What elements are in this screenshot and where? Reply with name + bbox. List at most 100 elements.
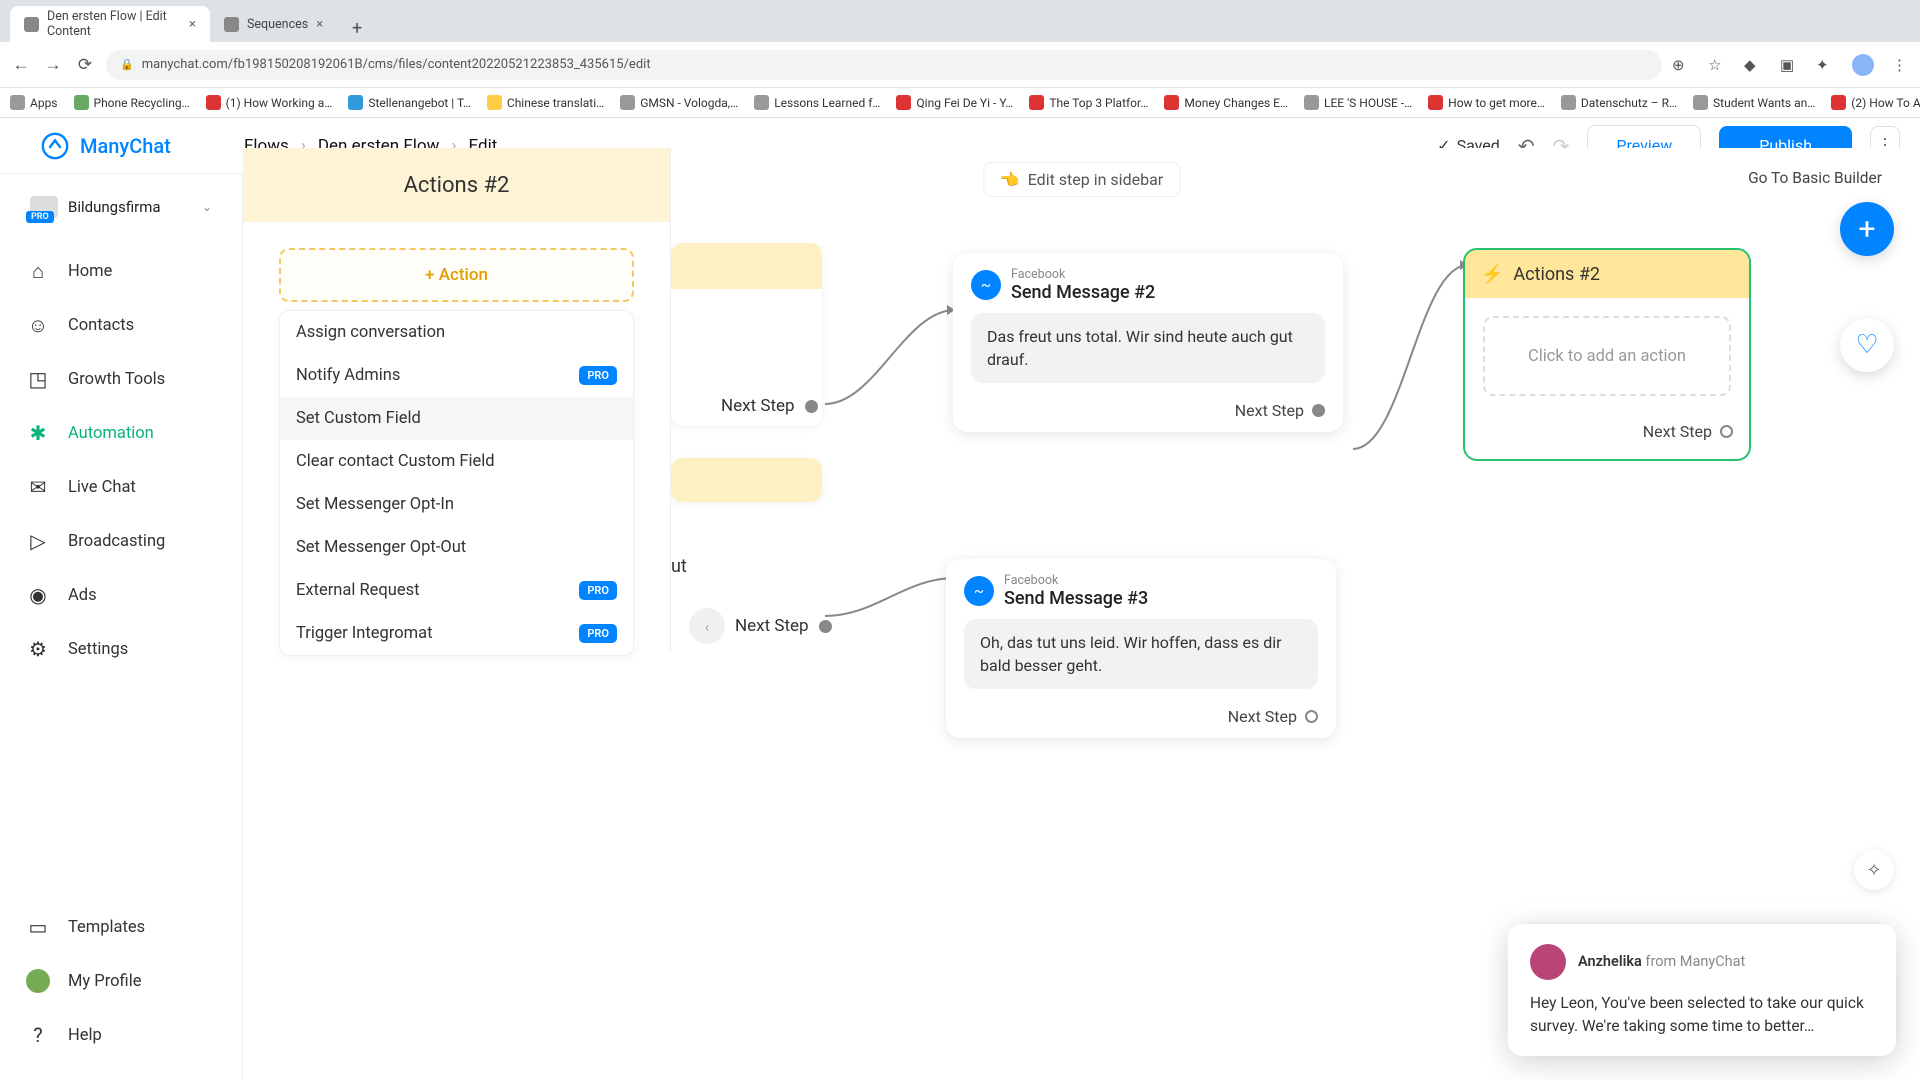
url-text: manychat.com/fb198150208192061B/cms/file…: [142, 57, 651, 72]
bookmark-item[interactable]: Phone Recycling…: [74, 95, 190, 110]
chat-avatar: [1530, 944, 1566, 980]
bookmark-item[interactable]: Money Changes E…: [1164, 95, 1288, 110]
action-option-external-request[interactable]: External RequestPRO: [280, 569, 633, 612]
action-option-assign[interactable]: Assign conversation: [280, 311, 633, 354]
bookmark-item[interactable]: GMSN - Vologda,…: [620, 95, 738, 110]
sidebar-item-settings[interactable]: ⚙Settings: [0, 622, 242, 676]
action-option-clear-custom-field[interactable]: Clear contact Custom Field: [280, 440, 633, 483]
action-option-notify[interactable]: Notify AdminsPRO: [280, 354, 633, 397]
bookmark-item[interactable]: Chinese translati…: [487, 95, 604, 110]
next-step-port[interactable]: ‹ Next Step: [689, 608, 832, 644]
logo[interactable]: ManyChat: [0, 131, 244, 161]
action-option-set-custom-field[interactable]: Set Custom Field: [280, 397, 633, 440]
extension-icon[interactable]: ◆: [1744, 56, 1762, 74]
sidebar-item-label: Help: [68, 1026, 102, 1045]
next-step-label: Next Step: [735, 616, 809, 636]
connector-dot-icon[interactable]: [1312, 404, 1325, 417]
logo-text: ManyChat: [80, 134, 171, 158]
sidebar-item-ads[interactable]: ◉Ads: [0, 568, 242, 622]
bookmark-item[interactable]: Datenschutz – R…: [1561, 95, 1677, 110]
close-icon[interactable]: ×: [316, 17, 323, 32]
next-step-label: Next Step: [721, 396, 795, 416]
action-option-opt-out[interactable]: Set Messenger Opt-Out: [280, 526, 633, 569]
new-tab-button[interactable]: +: [343, 14, 371, 42]
add-action-button[interactable]: + Action: [279, 248, 634, 302]
connector-dot-icon[interactable]: [1305, 710, 1318, 723]
bookmark-item[interactable]: Student Wants an…: [1693, 95, 1815, 110]
browser-tab-active[interactable]: Den ersten Flow | Edit Content ×: [10, 6, 210, 42]
add-step-fab[interactable]: +: [1840, 202, 1894, 256]
sidebar: PRO Bildungsfirma ⌄ ⌂Home ☺Contacts ◳Gro…: [0, 174, 243, 1080]
add-action-placeholder[interactable]: Click to add an action: [1483, 316, 1731, 396]
bookmark-icon: [348, 95, 363, 110]
action-option-opt-in[interactable]: Set Messenger Opt-In: [280, 483, 633, 526]
sidebar-item-profile[interactable]: My Profile: [0, 954, 242, 1008]
browser-chrome: Den ersten Flow | Edit Content × Sequenc…: [0, 0, 1920, 88]
sidebar-item-broadcasting[interactable]: ▷Broadcasting: [0, 514, 242, 568]
connector-dot-icon[interactable]: [1720, 425, 1733, 438]
sidebar-item-growth[interactable]: ◳Growth Tools: [0, 352, 242, 406]
sidebar-item-livechat[interactable]: ✉Live Chat: [0, 460, 242, 514]
flow-card-actions-2[interactable]: ⚡ Actions #2 Click to add an action Next…: [1463, 248, 1751, 461]
home-icon: ⌂: [26, 259, 50, 283]
favorite-fab[interactable]: ♡: [1840, 318, 1894, 372]
next-step-port[interactable]: Next Step: [971, 401, 1325, 420]
bookmark-item[interactable]: The Top 3 Platfor…: [1029, 95, 1148, 110]
bookmark-item[interactable]: How to get more…: [1428, 95, 1545, 110]
bookmark-label: How to get more…: [1448, 96, 1545, 110]
message-bubble: Oh, das tut uns leid. Wir hoffen, dass e…: [964, 619, 1318, 689]
bookmark-item[interactable]: Apps: [10, 95, 58, 110]
extension-icon[interactable]: ▣: [1780, 56, 1798, 74]
tab-title: Sequences: [247, 17, 308, 32]
bookmark-label: (1) How Working a…: [226, 96, 333, 110]
forward-button[interactable]: →: [42, 54, 64, 76]
bookmark-label: Datenschutz – R…: [1581, 96, 1677, 110]
flow-card-send-message-2[interactable]: ~ Facebook Send Message #2 Das freut uns…: [953, 253, 1343, 432]
card-title: Send Message #2: [1011, 282, 1155, 303]
bookmark-icon: [10, 95, 25, 110]
bookmark-item[interactable]: Lessons Learned f…: [754, 95, 880, 110]
bookmark-icon: [1831, 95, 1846, 110]
bookmark-item[interactable]: Qing Fei De Yi - Y…: [896, 95, 1013, 110]
sidebar-item-contacts[interactable]: ☺Contacts: [0, 298, 242, 352]
menu-icon[interactable]: ⋮: [1892, 56, 1910, 74]
back-circle-icon[interactable]: ‹: [689, 608, 725, 644]
next-step-port[interactable]: Next Step: [1465, 414, 1749, 459]
bookmark-item[interactable]: (1) How Working a…: [206, 95, 333, 110]
basic-builder-link[interactable]: Go To Basic Builder: [1734, 162, 1896, 194]
auto-layout-button[interactable]: ✧: [1854, 850, 1894, 890]
reload-button[interactable]: ⟳: [74, 54, 96, 76]
translate-icon[interactable]: ⊕: [1672, 56, 1690, 74]
flow-card-send-message-3[interactable]: ~ Facebook Send Message #3 Oh, das tut u…: [946, 559, 1336, 738]
bookmark-item[interactable]: (2) How To Add A…: [1831, 95, 1920, 110]
bookmark-item[interactable]: Stellenangebot | T…: [348, 95, 471, 110]
card-title: Actions #2: [1513, 264, 1600, 285]
sidebar-item-automation[interactable]: ✱Automation: [0, 406, 242, 460]
edit-in-sidebar-chip[interactable]: 👈 Edit step in sidebar: [983, 162, 1180, 197]
bookmark-item[interactable]: LEE 'S HOUSE -…: [1304, 95, 1412, 110]
back-button[interactable]: ←: [10, 54, 32, 76]
action-option-integromat[interactable]: Trigger IntegromatPRO: [280, 612, 633, 655]
chat-name: Anzhelika: [1578, 953, 1642, 970]
bookmark-label: LEE 'S HOUSE -…: [1324, 96, 1412, 110]
sidebar-item-help[interactable]: ?Help: [0, 1008, 242, 1062]
close-icon[interactable]: ×: [189, 17, 196, 32]
browser-tab[interactable]: Sequences ×: [210, 6, 337, 42]
connector-dot-icon[interactable]: [805, 400, 818, 413]
url-input[interactable]: 🔒 manychat.com/fb198150208192061B/cms/fi…: [106, 50, 1662, 80]
next-step-port[interactable]: Next Step: [721, 396, 818, 416]
flow-card-fragment[interactable]: [671, 458, 822, 502]
sidebar-item-templates[interactable]: ▭Templates: [0, 900, 242, 954]
next-step-label: Next Step: [1643, 422, 1712, 441]
next-step-label: Next Step: [1228, 707, 1297, 726]
bookmark-label: The Top 3 Platfor…: [1049, 96, 1148, 110]
profile-avatar[interactable]: [1852, 54, 1874, 76]
bookmark-label: Stellenangebot | T…: [368, 96, 471, 110]
connector-dot-icon[interactable]: [819, 620, 832, 633]
puzzle-icon[interactable]: ✦: [1816, 56, 1834, 74]
sidebar-item-home[interactable]: ⌂Home: [0, 244, 242, 298]
star-icon[interactable]: ☆: [1708, 56, 1726, 74]
intercom-chat-popup[interactable]: Anzhelika from ManyChat Hey Leon, You've…: [1508, 924, 1896, 1057]
next-step-port[interactable]: Next Step: [964, 707, 1318, 726]
workspace-selector[interactable]: PRO Bildungsfirma ⌄: [20, 188, 222, 226]
